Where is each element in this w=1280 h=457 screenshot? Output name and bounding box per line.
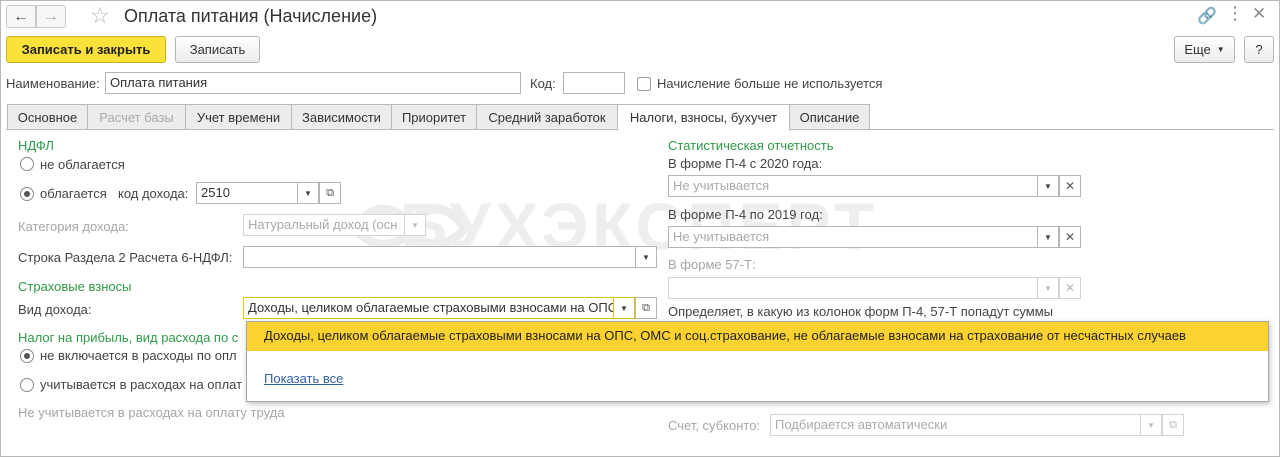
line-6ndfl-dropdown-button[interactable]: ▼ (635, 246, 657, 268)
income-type-dropdown-button[interactable]: ▼ (613, 297, 635, 319)
unused-checkbox[interactable] (637, 77, 651, 91)
name-input[interactable]: Оплата питания (105, 72, 521, 94)
unused-label: Начисление больше не используется (657, 76, 883, 91)
window-title: Оплата питания (Начисление) (124, 6, 378, 26)
ndfl-section-title: НДФЛ (18, 138, 54, 153)
p4-2020-input[interactable]: Не учитывается (668, 175, 1038, 197)
category-dropdown-button: ▼ (404, 214, 426, 236)
more-button[interactable]: Еще ▼ (1174, 36, 1235, 63)
show-all-link[interactable]: Показать все (264, 371, 343, 386)
chevron-down-icon: ▼ (1216, 45, 1225, 54)
code-label: Код: (530, 76, 556, 91)
forward-button[interactable]: → (36, 5, 66, 28)
profit-tax-option1-radio[interactable] (20, 349, 34, 363)
line-6ndfl-input[interactable] (243, 246, 636, 268)
more-menu-icon[interactable]: ⋮ (1226, 3, 1244, 24)
income-code-open-icon[interactable]: ⧉ (319, 182, 341, 204)
profit-tax-note: Не учитывается в расходах на оплату труд… (18, 405, 285, 420)
profit-tax-option2-radio[interactable] (20, 378, 34, 392)
ndfl-taxed-radio[interactable] (20, 187, 34, 201)
name-label: Наименование: (6, 76, 100, 91)
category-input: Натуральный доход (осн (243, 214, 405, 236)
more-button-label: Еще (1184, 42, 1211, 57)
tab-description[interactable]: Описание (789, 104, 870, 130)
arrow-right-icon: → (43, 7, 59, 25)
statistics-section-title: Статистическая отчетность (668, 138, 834, 153)
tab-time-tracking[interactable]: Учет времени (185, 104, 292, 130)
account-input: Подбирается автоматически (770, 414, 1141, 436)
back-button[interactable]: ← (6, 5, 36, 28)
category-label: Категория дохода: (18, 219, 129, 234)
tab-priority[interactable]: Приоритет (391, 104, 477, 130)
f57t-clear-icon: ✕ (1059, 277, 1081, 299)
insurance-section-title: Страховые взносы (18, 279, 132, 294)
income-code-dropdown-button[interactable]: ▼ (297, 182, 319, 204)
p4-2020-dropdown-button[interactable]: ▼ (1037, 175, 1059, 197)
p4-2020-clear-icon[interactable]: ✕ (1059, 175, 1081, 197)
income-code-label: код дохода: (118, 186, 189, 201)
income-type-input[interactable]: Доходы, целиком облагаемые страховыми вз… (243, 297, 614, 319)
dropdown-item-selected[interactable]: Доходы, целиком облагаемые страховыми вз… (247, 322, 1268, 351)
tab-base-calc[interactable]: Расчет базы (87, 104, 186, 130)
ndfl-not-taxed-radio[interactable] (20, 157, 34, 171)
income-type-dropdown-list: Доходы, целиком облагаемые страховыми вз… (246, 321, 1269, 402)
tab-dependencies[interactable]: Зависимости (291, 104, 392, 130)
p4-2019-clear-icon[interactable]: ✕ (1059, 226, 1081, 248)
save-button[interactable]: Записать (175, 36, 260, 63)
f57t-label: В форме 57-Т: (668, 257, 756, 272)
help-button[interactable]: ? (1244, 36, 1274, 63)
account-dropdown-button: ▼ (1140, 414, 1162, 436)
f57t-dropdown-button: ▼ (1037, 277, 1059, 299)
profit-tax-section-title: Налог на прибыль, вид расхода по с (18, 330, 239, 345)
arrow-left-icon: ← (13, 7, 29, 25)
statistics-hint: Определяет, в какую из колонок форм П-4,… (668, 304, 1054, 319)
line-6ndfl-label: Строка Раздела 2 Расчета 6-НДФЛ: (18, 250, 233, 265)
p4-2020-label: В форме П-4 с 2020 года: (668, 156, 823, 171)
f57t-input (668, 277, 1038, 299)
account-open-icon: ⧉ (1162, 414, 1184, 436)
ndfl-taxed-label: облагается (40, 186, 107, 201)
p4-2019-label: В форме П-4 по 2019 год: (668, 207, 823, 222)
income-type-label: Вид дохода: (18, 302, 92, 317)
p4-2019-dropdown-button[interactable]: ▼ (1037, 226, 1059, 248)
link-icon[interactable]: 🔗 (1197, 6, 1217, 26)
profit-tax-option2-label: учитывается в расходах на оплат (40, 377, 243, 392)
code-input[interactable] (563, 72, 625, 94)
tab-taxes[interactable]: Налоги, взносы, бухучет (617, 104, 790, 131)
account-label: Счет, субконто: (668, 418, 761, 433)
income-type-open-icon[interactable]: ⧉ (635, 297, 657, 319)
income-code-input[interactable]: 2510 (196, 182, 298, 204)
profit-tax-option1-label: не включается в расходы по опл (40, 348, 237, 363)
p4-2019-input[interactable]: Не учитывается (668, 226, 1038, 248)
favorite-star-icon[interactable]: ☆ (90, 3, 110, 29)
tab-main[interactable]: Основное (7, 104, 88, 130)
tab-average-earnings[interactable]: Средний заработок (476, 104, 618, 130)
close-icon[interactable]: ✕ (1252, 4, 1266, 24)
save-and-close-button[interactable]: Записать и закрыть (6, 36, 166, 63)
ndfl-not-taxed-label: не облагается (40, 157, 125, 172)
